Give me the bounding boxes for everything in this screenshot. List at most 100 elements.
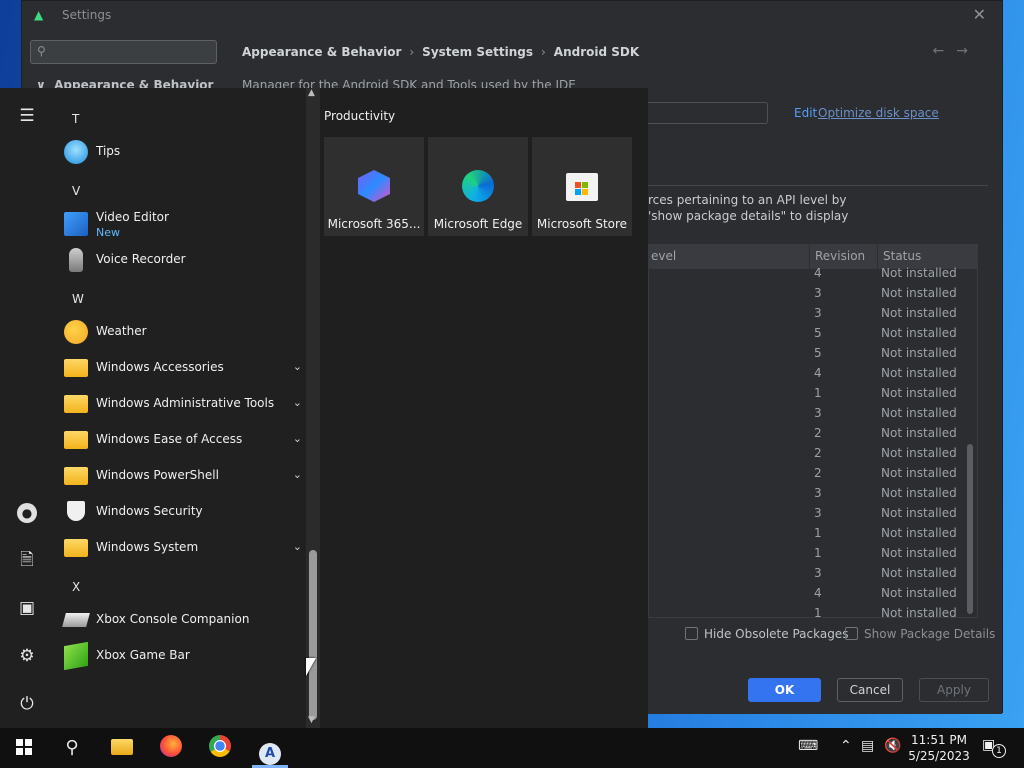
file-explorer-icon[interactable] <box>102 732 142 764</box>
app-xbox-console-companion[interactable]: Xbox Console Companion <box>62 605 302 635</box>
app-label: Xbox Console Companion <box>96 612 250 626</box>
power-icon[interactable]: ⏻ <box>14 691 40 717</box>
hide-obsolete-checkbox[interactable]: Hide Obsolete Packages <box>685 627 848 641</box>
table-row[interactable]: 3 Not installed <box>649 403 977 423</box>
letter-header[interactable]: V <box>72 184 80 198</box>
volume-muted-icon[interactable]: 🔇 <box>884 738 901 754</box>
column-header-revision[interactable]: Revision <box>815 249 865 263</box>
close-icon[interactable]: ✕ <box>973 5 986 24</box>
app-label: Video Editor <box>96 210 169 224</box>
folder-windows-accessories[interactable]: Windows Accessories ⌄ <box>64 353 302 383</box>
letter-header[interactable]: W <box>72 292 84 306</box>
pictures-icon[interactable]: ▣ <box>14 595 40 621</box>
table-row[interactable]: 3 Not installed <box>649 503 977 523</box>
revision-cell: 3 <box>814 566 822 580</box>
table-row[interactable]: 1 Not installed <box>649 603 977 617</box>
chevron-up-icon[interactable]: ⌃ <box>840 738 852 754</box>
new-badge: New <box>96 226 120 239</box>
show-details-checkbox[interactable]: Show Package Details <box>845 627 995 641</box>
mouse-cursor-icon <box>306 658 316 676</box>
hamburger-icon[interactable]: ☰ <box>14 103 40 129</box>
app-label: Tips <box>96 144 121 158</box>
network-icon[interactable]: ▤ <box>861 738 874 754</box>
app-video-editor[interactable]: Video Editor New <box>64 209 302 241</box>
chevron-down-icon[interactable]: ⌄ <box>293 468 302 481</box>
chevron-down-icon[interactable]: ⌄ <box>293 360 302 373</box>
store-bag-icon <box>566 173 598 201</box>
app-tips[interactable]: Tips <box>64 137 302 167</box>
system-clock[interactable]: 11:51 PM 5/25/2023 <box>905 732 973 764</box>
table-row[interactable]: 2 Not installed <box>649 463 977 483</box>
table-row[interactable]: 5 Not installed <box>649 343 977 363</box>
table-row[interactable]: 3 Not installed <box>649 483 977 503</box>
android-studio-taskbar-icon[interactable]: A <box>250 732 290 765</box>
start-menu: ☰ ● 🗎 ▣ ⚙ ⏻ T Tips V Video Editor New Vo… <box>0 88 648 728</box>
table-row[interactable]: 4 Not installed <box>649 363 977 383</box>
revision-cell: 1 <box>814 386 822 400</box>
app-voice-recorder[interactable]: Voice Recorder <box>64 245 302 275</box>
table-row[interactable]: 4 Not installed <box>649 263 977 283</box>
breadcrumb-item: Android SDK <box>553 45 640 59</box>
status-cell: Not installed <box>881 486 957 500</box>
chevron-down-icon[interactable]: ⌄ <box>293 540 302 553</box>
status-cell: Not installed <box>881 346 957 360</box>
sdk-location-field[interactable] <box>642 102 768 124</box>
edit-link[interactable]: Edit <box>794 106 817 120</box>
column-header-status[interactable]: Status <box>883 249 921 263</box>
app-label: Windows Ease of Access <box>96 432 243 446</box>
scroll-up-icon[interactable]: ▲ <box>308 88 315 98</box>
table-row[interactable]: 3 Not installed <box>649 563 977 583</box>
keyboard-icon[interactable]: ⌨ <box>798 738 818 754</box>
apps-scrollbar[interactable]: ▲ ▼ <box>306 88 320 728</box>
gear-icon[interactable]: ⚙ <box>14 643 40 669</box>
notification-center-icon[interactable]: ▣ 1 <box>982 737 1006 759</box>
taskbar: ⚲ A ⌨ ⌃ ▤ 🔇 11:51 PM 5/25/2023 ▣ 1 <box>0 728 1024 768</box>
app-windows-security[interactable]: Windows Security <box>64 497 302 527</box>
table-scrollbar[interactable] <box>967 444 973 614</box>
group-title[interactable]: Productivity <box>324 109 395 123</box>
apply-button[interactable]: Apply <box>919 678 989 702</box>
settings-search-input[interactable]: ⚲ <box>30 40 217 64</box>
app-label: Weather <box>96 324 147 338</box>
app-weather[interactable]: Weather <box>64 317 302 347</box>
cancel-button[interactable]: Cancel <box>837 678 903 702</box>
table-row[interactable]: 1 Not installed <box>649 523 977 543</box>
table-row[interactable]: 5 Not installed <box>649 323 977 343</box>
table-row[interactable]: 2 Not installed <box>649 423 977 443</box>
scroll-down-icon[interactable]: ▼ <box>308 715 315 725</box>
table-row[interactable]: 1 Not installed <box>649 383 977 403</box>
scrollbar-thumb[interactable] <box>309 550 317 720</box>
table-row[interactable]: 3 Not installed <box>649 303 977 323</box>
letter-header[interactable]: X <box>72 580 80 594</box>
table-row[interactable]: 1 Not installed <box>649 543 977 563</box>
firefox-icon[interactable] <box>151 732 191 764</box>
status-cell: Not installed <box>881 526 957 540</box>
column-header-level[interactable]: evel <box>651 249 676 263</box>
folder-windows-powershell[interactable]: Windows PowerShell ⌄ <box>64 461 302 491</box>
ok-button[interactable]: OK <box>748 678 821 702</box>
search-icon[interactable]: ⚲ <box>52 732 92 764</box>
chevron-down-icon[interactable]: ⌄ <box>293 432 302 445</box>
status-cell: Not installed <box>881 566 957 580</box>
folder-windows-system[interactable]: Windows System ⌄ <box>64 533 302 563</box>
table-row[interactable]: 4 Not installed <box>649 583 977 603</box>
documents-icon[interactable]: 🗎 <box>14 547 40 573</box>
folder-windows-admin-tools[interactable]: Windows Administrative Tools ⌄ <box>64 389 302 419</box>
settings-titlebar: ▲ Settings ✕ <box>22 1 1002 31</box>
windows-start-icon[interactable] <box>4 732 44 764</box>
nav-arrows[interactable]: ←→ <box>933 43 980 59</box>
app-xbox-game-bar[interactable]: Xbox Game Bar <box>64 641 302 671</box>
optimize-disk-link[interactable]: Optimize disk space <box>818 106 939 120</box>
tile-microsoft-store[interactable]: Microsoft Store <box>532 137 632 236</box>
chrome-icon[interactable] <box>200 732 240 764</box>
breadcrumb: Appearance & Behavior › System Settings › An… <box>242 45 640 59</box>
table-row[interactable]: 3 Not installed <box>649 283 977 303</box>
tile-microsoft-edge[interactable]: Microsoft Edge <box>428 137 528 236</box>
chevron-down-icon[interactable]: ⌄ <box>293 396 302 409</box>
status-cell: Not installed <box>881 266 957 280</box>
table-row[interactable]: 2 Not installed <box>649 443 977 463</box>
tile-microsoft-365[interactable]: Microsoft 365... <box>324 137 424 236</box>
letter-header[interactable]: T <box>72 112 79 126</box>
folder-windows-ease-of-access[interactable]: Windows Ease of Access ⌄ <box>64 425 302 455</box>
user-avatar-icon[interactable]: ● <box>14 499 40 525</box>
